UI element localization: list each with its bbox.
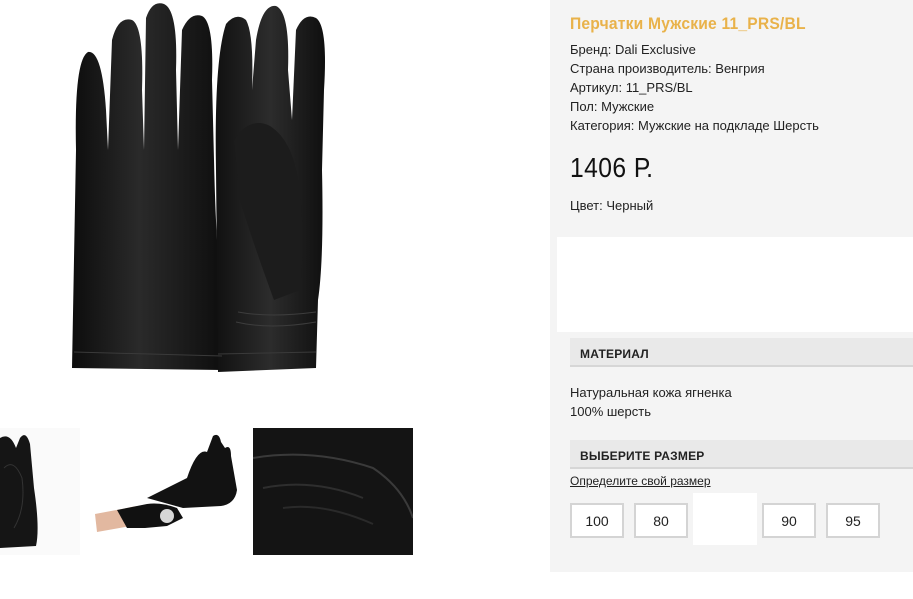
main-product-image[interactable] (0, 0, 497, 418)
sku-text: Артикул: 11_PRS/BL (570, 80, 693, 95)
thumbnail-hands-image (95, 434, 237, 532)
gloves-illustration (72, 3, 325, 372)
material-line-2: 100% шерсть (570, 404, 651, 419)
product-title: Перчатки Мужские 11_PRS/BL (570, 14, 806, 33)
thumbnail-closeup-image (253, 428, 413, 555)
thumbnail-2[interactable] (87, 428, 247, 555)
size-heading: ВЫБЕРИТЕ РАЗМЕР (570, 440, 913, 469)
blank-panel (557, 237, 913, 332)
product-properties: Бренд: Dali Exclusive Страна производите… (570, 40, 819, 135)
product-price: 1406 Р. (570, 152, 654, 183)
thumbnail-3[interactable] (253, 428, 413, 555)
material-line-1: Натуральная кожа ягненка (570, 385, 732, 400)
size-option-80[interactable]: 80 (634, 503, 688, 538)
product-gallery (0, 0, 550, 599)
thumbnail-1[interactable] (0, 428, 80, 555)
gender-text: Пол: Мужские (570, 99, 655, 114)
size-guide-link[interactable]: Определите свой размер (570, 474, 711, 488)
product-color: Цвет: Черный (570, 198, 654, 213)
size-option-100[interactable]: 100 (570, 503, 624, 538)
material-heading: МАТЕРИАЛ (570, 338, 913, 367)
size-option-blank (693, 493, 757, 545)
category-text: Категория: Мужские на подкладе Шерсть (570, 118, 819, 133)
thumbnail-glove-image (0, 435, 38, 548)
material-description: Натуральная кожа ягненка 100% шерсть (570, 383, 732, 421)
country-text: Страна производитель: Венгрия (570, 61, 765, 76)
size-option-95[interactable]: 95 (826, 503, 880, 538)
size-option-90[interactable]: 90 (762, 503, 816, 538)
product-info-panel: Перчатки Мужские 11_PRS/BL Бренд: Dali E… (550, 0, 913, 572)
brand-text: Бренд: Dali Exclusive (570, 42, 696, 57)
